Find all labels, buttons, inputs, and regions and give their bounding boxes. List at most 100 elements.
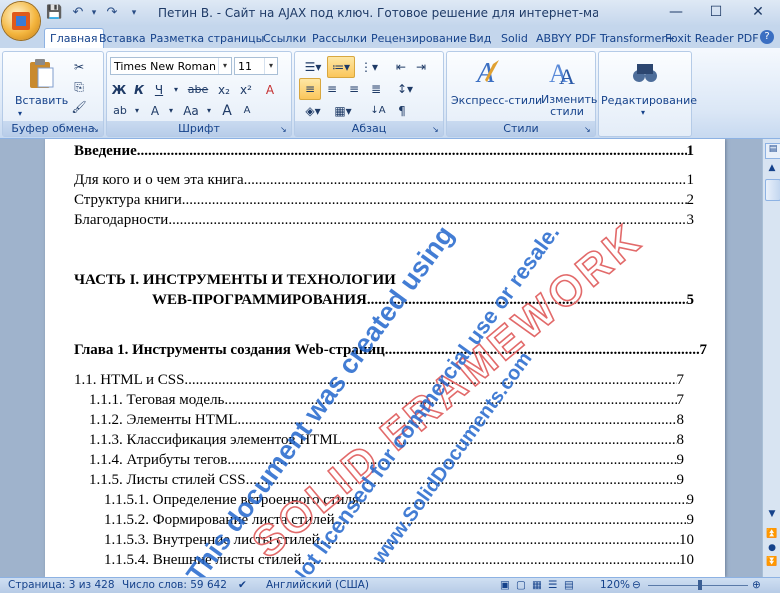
web-layout-view-icon[interactable]: ▦ (532, 579, 542, 591)
language-status[interactable]: Английский (США) (266, 579, 369, 591)
page-count-status[interactable]: Страница: 3 из 428 (8, 579, 115, 591)
toc-entry[interactable]: 1.1.2. Элементы HTML8 (89, 412, 684, 429)
scroll-down-icon[interactable]: ▼ (765, 509, 779, 519)
strikethrough-button[interactable]: abe (185, 79, 211, 101)
select-browse-object-icon[interactable]: ● (765, 543, 779, 553)
toc-entry[interactable]: 1.1.5.2. Формирование листа стилей9 (104, 512, 694, 529)
toc-entry[interactable]: 1.1.5.1. Определение встроенного стиля9 (104, 492, 694, 509)
minimize-button[interactable]: — (656, 0, 696, 24)
outline-view-icon[interactable]: ☰ (548, 579, 557, 591)
numbering-button[interactable]: ≔▾ (327, 56, 355, 78)
customize-qat-icon[interactable]: ▾ (126, 5, 142, 21)
font-launcher-icon[interactable]: ↘ (280, 125, 289, 134)
format-painter-icon[interactable]: 🖌 (69, 96, 89, 118)
editing-button[interactable]: Редактирование (601, 94, 697, 107)
paste-button[interactable]: Вставить (15, 94, 68, 107)
align-left-button[interactable]: ≡ (299, 78, 321, 100)
toc-entry[interactable]: Введение1 (74, 143, 694, 160)
align-right-button[interactable]: ≡ (343, 78, 365, 100)
tab-view[interactable]: Вид (464, 29, 496, 48)
scroll-up-icon[interactable]: ▲ (765, 163, 779, 173)
clear-formatting-button[interactable]: A (259, 79, 281, 101)
help-icon[interactable]: ? (760, 30, 774, 44)
shrink-font-button[interactable]: A (237, 100, 257, 122)
toc-entry[interactable]: ЧАСТЬ I. ИНСТРУМЕНТЫ И ТЕХНОЛОГИИ (74, 272, 694, 289)
bullets-button[interactable]: ☰▾ (299, 56, 327, 78)
font-color-dropdown-icon[interactable]: ▾ (165, 100, 177, 122)
print-layout-view-icon[interactable]: ▣ (500, 579, 510, 591)
toc-entry[interactable]: Благодарности3 (74, 212, 694, 229)
toc-entry[interactable]: Структура книги2 (74, 192, 694, 209)
tab-foxit[interactable]: Foxit Reader PDF (660, 29, 764, 48)
shading-button[interactable]: ◈▾ (299, 100, 327, 122)
maximize-button[interactable]: ☐ (696, 0, 736, 24)
change-case-button[interactable]: Aa (179, 100, 203, 122)
zoom-in-icon[interactable]: ⊕ (752, 579, 761, 591)
tab-abbyy[interactable]: ABBYY PDF Transformer+ (531, 29, 680, 48)
vertical-scrollbar[interactable]: ▤ ▲ ▼ ⏫ ● ⏬ (762, 139, 780, 577)
superscript-button[interactable]: x² (235, 79, 257, 101)
toc-entry[interactable]: WEB-ПРОГРАММИРОВАНИЯ5 (152, 292, 694, 309)
font-size-combo[interactable]: 11 ▾ (234, 57, 278, 75)
underline-dropdown-icon[interactable]: ▾ (169, 79, 183, 101)
document-page[interactable]: Введение1 Для кого и о чем эта книга1 Ст… (45, 139, 725, 577)
underline-button[interactable]: Ч (149, 79, 169, 101)
copy-icon[interactable]: ⎘ (69, 76, 89, 98)
next-page-icon[interactable]: ⏬ (765, 557, 779, 567)
spellcheck-icon[interactable]: ✔ (238, 579, 247, 591)
borders-button[interactable]: ▦▾ (329, 100, 357, 122)
document-area[interactable]: Введение1 Для кого и о чем эта книга1 Ст… (0, 139, 762, 577)
tab-mailings[interactable]: Рассылки (307, 29, 372, 48)
tab-review[interactable]: Рецензирование (366, 29, 472, 48)
justify-button[interactable]: ≣ (365, 78, 387, 100)
quick-styles-button[interactable]: Экспресс-стили (451, 94, 542, 107)
subscript-button[interactable]: x₂ (213, 79, 235, 101)
change-case-dropdown-icon[interactable]: ▾ (203, 100, 215, 122)
toc-entry[interactable]: 1.1.5. Листы стилей CSS9 (89, 472, 684, 489)
toc-entry[interactable]: Глава 1. Инструменты создания Web-страни… (74, 342, 707, 359)
tab-insert[interactable]: Вставка (94, 29, 151, 48)
grow-font-button[interactable]: A (217, 100, 237, 122)
decrease-indent-button[interactable]: ⇤ (391, 56, 411, 78)
highlight-dropdown-icon[interactable]: ▾ (131, 100, 143, 122)
full-screen-view-icon[interactable]: ▢ (516, 579, 526, 591)
toc-entry[interactable]: 1.1.3. Классификация элементов HTML8 (89, 432, 684, 449)
bold-button[interactable]: Ж (109, 79, 129, 101)
line-spacing-button[interactable]: ↕▾ (391, 78, 419, 100)
clipboard-launcher-icon[interactable]: ↘ (92, 125, 101, 134)
draft-view-icon[interactable]: ▤ (564, 579, 574, 591)
align-center-button[interactable]: ≡ (321, 78, 343, 100)
toc-entry[interactable]: 1.1. HTML и CSS7 (74, 372, 684, 389)
zoom-out-icon[interactable]: ⊖ (632, 579, 641, 591)
previous-page-icon[interactable]: ⏫ (765, 529, 779, 539)
close-button[interactable]: ✕ (738, 0, 778, 24)
increase-indent-button[interactable]: ⇥ (411, 56, 431, 78)
italic-button[interactable]: К (129, 79, 149, 101)
toc-entry[interactable]: Для кого и о чем эта книга1 (74, 172, 694, 189)
tab-page-layout[interactable]: Разметка страницы (145, 29, 269, 48)
change-styles-button[interactable]: Изменить стили (541, 94, 597, 118)
word-count-status[interactable]: Число слов: 59 642 (122, 579, 227, 591)
redo-icon[interactable]: ↷ (104, 5, 120, 21)
undo-icon[interactable]: ↶ (70, 5, 86, 21)
toc-entry[interactable]: 1.1.5.3. Внутренние листы стилей10 (104, 532, 694, 549)
tab-solid[interactable]: Solid (496, 29, 533, 48)
show-marks-button[interactable]: ¶ (391, 100, 413, 122)
ruler-toggle-icon[interactable]: ▤ (765, 143, 780, 159)
zoom-level[interactable]: 120% (600, 579, 630, 591)
tab-references[interactable]: Ссылки (258, 29, 311, 48)
toc-entry[interactable]: 1.1.4. Атрибуты тегов9 (89, 452, 684, 469)
editing-dropdown-icon[interactable]: ▾ (641, 108, 645, 117)
multilevel-list-button[interactable]: ⋮▾ (355, 56, 383, 78)
font-name-combo[interactable]: Times New Roman ▾ (110, 57, 232, 75)
paste-dropdown-icon[interactable]: ▾ (18, 109, 22, 118)
toc-entry[interactable]: 1.1.5.4. Внешние листы стилей10 (104, 552, 694, 569)
styles-launcher-icon[interactable]: ↘ (584, 125, 593, 134)
sort-button[interactable]: ↓A (367, 100, 389, 122)
cut-icon[interactable]: ✂ (69, 56, 89, 78)
save-icon[interactable]: 💾 (46, 5, 62, 21)
scroll-thumb[interactable] (765, 179, 780, 201)
paragraph-launcher-icon[interactable]: ↘ (432, 125, 441, 134)
zoom-slider-thumb[interactable] (698, 580, 702, 590)
undo-dropdown-icon[interactable]: ▾ (86, 5, 102, 21)
